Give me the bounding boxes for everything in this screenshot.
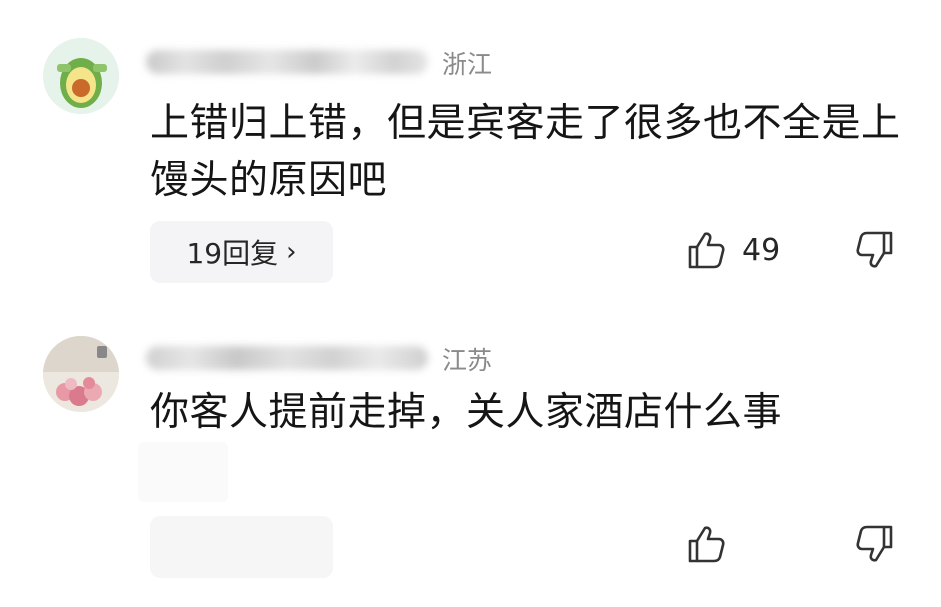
username-blurred[interactable] (146, 346, 428, 370)
comment-item: 浙江 上错归上错，但是宾客走了很多也不全是上馒头的原因吧 19回复 › 49 (0, 0, 941, 300)
region-label: 浙江 (442, 50, 493, 79)
dislike-button[interactable] (855, 230, 895, 274)
view-replies-button[interactable] (150, 516, 333, 578)
comment-text: 上错归上错，但是宾客走了很多也不全是上馒头的原因吧 (150, 101, 901, 203)
reply-count-label: 19回复 (186, 237, 279, 270)
comment-item: 江苏 你客人提前走掉，关人家酒店什么事 (0, 300, 941, 607)
thumbs-down-icon (856, 525, 893, 562)
avatar[interactable] (43, 336, 119, 412)
faded-placeholder (138, 442, 228, 502)
region-label: 江苏 (442, 346, 493, 375)
chevron-right-icon: › (286, 237, 297, 267)
thumbs-up-icon (688, 526, 725, 563)
avocado-avatar-icon (43, 38, 119, 114)
thumbs-down-icon (856, 231, 893, 268)
like-button[interactable]: 49 (686, 230, 780, 270)
like-count: 49 (742, 232, 781, 268)
comment-text: 你客人提前走掉，关人家酒店什么事 (150, 390, 783, 435)
thumbs-up-icon (688, 232, 725, 269)
like-button[interactable] (686, 524, 742, 564)
dislike-button[interactable] (855, 524, 895, 568)
flower-photo-avatar-icon (43, 336, 119, 412)
view-replies-button[interactable]: 19回复 › (150, 221, 333, 283)
avatar[interactable] (43, 38, 119, 114)
username-blurred[interactable] (146, 50, 428, 74)
